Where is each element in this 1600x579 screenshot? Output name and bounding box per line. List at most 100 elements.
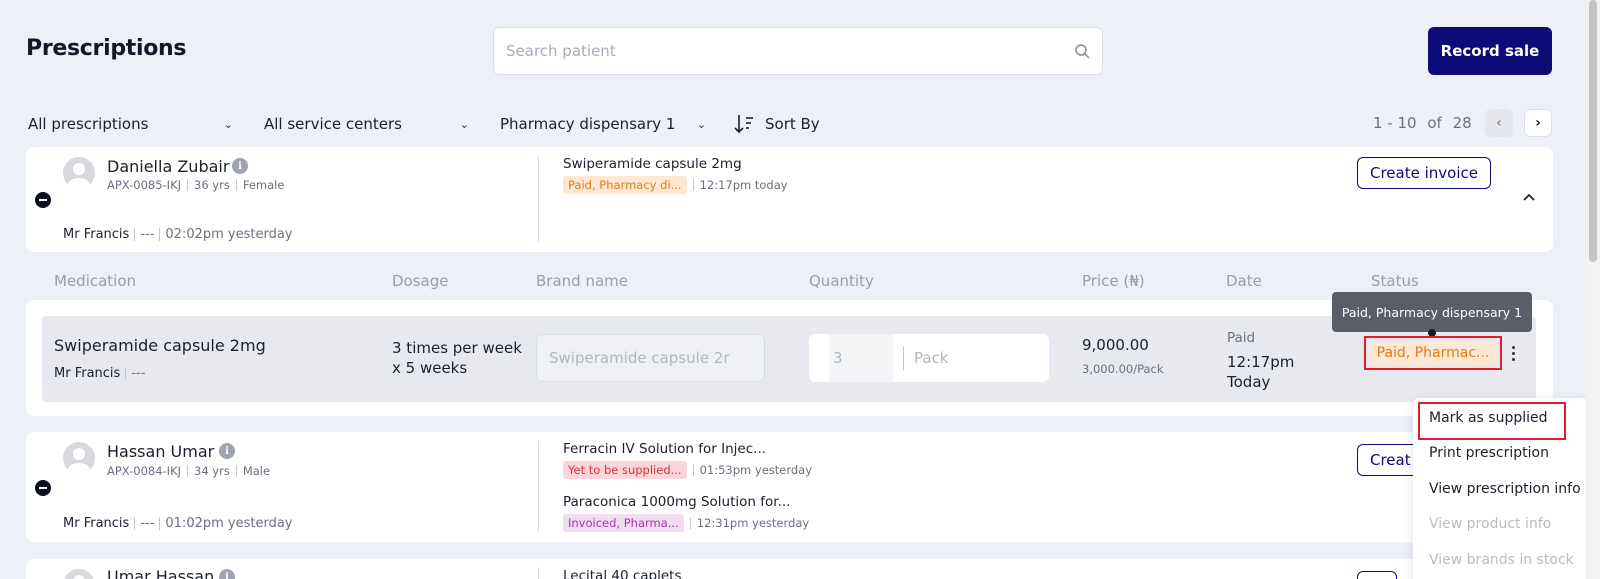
avatar <box>63 569 95 579</box>
pagination-range: 1 - 10 <box>1373 114 1417 132</box>
medication-name: Lecital 40 caplets <box>563 568 682 579</box>
patient-gender: Female <box>242 178 285 192</box>
quantity-field[interactable]: 3 Pack <box>809 334 1049 382</box>
menu-item-view-prescription-info[interactable]: View prescription info <box>1429 481 1581 497</box>
menu-item-mark-as-supplied[interactable]: Mark as supplied <box>1429 410 1548 426</box>
next-page-button[interactable]: › <box>1524 109 1552 137</box>
column-header-brand: Brand name <box>536 272 628 290</box>
patient-name: Umar Hassan <box>107 567 215 579</box>
patient-card[interactable]: Daniella Zubair i APX-0085-IKJ 36 yrs Fe… <box>26 147 1553 252</box>
status-highlight[interactable]: Paid, Pharmac... <box>1364 336 1502 370</box>
column-header-date: Date <box>1226 272 1262 290</box>
price-unit: 3,000.00/Pack <box>1082 362 1164 376</box>
date-value: 12:17pm Today <box>1227 352 1294 392</box>
pagination-summary: 1 - 10 of 28 <box>1373 114 1472 132</box>
service-centers-filter[interactable]: All service centers ⌄ <box>264 112 469 136</box>
prescription-detail-card: Swiperamide capsule 2mg Mr Francis --- 3… <box>26 300 1553 416</box>
patient-id: APX-0084-IKJ <box>107 464 181 478</box>
medication-time: 01:53pm yesterday <box>699 463 813 477</box>
more-options-icon[interactable] <box>1512 346 1515 361</box>
quantity-value[interactable]: 3 <box>829 334 893 382</box>
prescriptions-filter-label: All prescriptions <box>28 115 149 133</box>
medication-status-row: Invoiced, Pharma... 12:31pm yesterday <box>563 514 809 532</box>
dosage-line-1: 3 times per week <box>392 339 522 357</box>
column-header-medication: Medication <box>54 272 137 290</box>
patient-meta: APX-0084-IKJ 34 yrs Male <box>107 464 270 478</box>
row-actions-menu: Mark as supplied Print prescription View… <box>1413 398 1588 579</box>
date-day: Today <box>1227 373 1271 391</box>
table-row[interactable]: Swiperamide capsule 2mg Mr Francis --- 3… <box>42 316 1536 402</box>
chevron-down-icon: ⌄ <box>696 117 706 131</box>
collapse-icon[interactable] <box>35 192 51 208</box>
collapse-icon[interactable] <box>35 480 51 496</box>
chevron-up-icon[interactable] <box>1522 192 1536 202</box>
column-header-dosage: Dosage <box>392 272 449 290</box>
patient-id: APX-0085-IKJ <box>107 178 181 192</box>
avatar <box>63 157 95 189</box>
patient-name: Hassan Umar <box>107 442 215 461</box>
medication-name: Swiperamide capsule 2mg <box>563 156 742 172</box>
status-badge[interactable]: Paid, Pharmac... <box>1368 341 1498 365</box>
status-badge: Yet to be supplied... <box>563 461 687 479</box>
column-header-status: Status <box>1371 272 1419 290</box>
chevron-down-icon: ⌄ <box>223 117 233 131</box>
doctor-info: Mr Francis --- 02:02pm yesterday <box>63 227 293 242</box>
patient-name: Daniella Zubair <box>107 157 230 176</box>
doctor-info: Mr Francis --- 01:02pm yesterday <box>63 516 293 531</box>
column-header-quantity: Quantity <box>809 272 874 290</box>
pagination-total: 28 <box>1452 114 1472 132</box>
status-tooltip: Paid, Pharmacy dispensary 1 <box>1332 292 1532 337</box>
dispensary-filter[interactable]: Pharmacy dispensary 1 ⌄ <box>500 112 706 136</box>
create-invoice-button[interactable] <box>1357 571 1397 579</box>
patient-card[interactable]: Umar Hassan i Lecital 40 caplets <box>26 559 1553 579</box>
search-icon <box>1075 44 1090 59</box>
create-invoice-button[interactable]: Creat <box>1357 444 1417 476</box>
medication-time: 12:17pm today <box>699 178 788 192</box>
service-centers-filter-label: All service centers <box>264 115 402 133</box>
info-icon[interactable]: i <box>219 443 235 459</box>
sort-by-button[interactable]: Sort By <box>733 112 820 136</box>
prescription-time: 01:02pm yesterday <box>165 516 293 531</box>
record-sale-button[interactable]: Record sale <box>1428 27 1552 75</box>
brand-name-field[interactable]: Swiperamide capsule 2r <box>536 334 765 382</box>
previous-page-button[interactable]: ‹ <box>1485 109 1513 137</box>
patient-age: 34 yrs <box>194 464 230 478</box>
pagination-of: of <box>1427 114 1442 132</box>
scrollbar-thumb[interactable] <box>1589 0 1597 262</box>
detail-doctor-info: Mr Francis --- <box>54 366 145 381</box>
prescription-time: 02:02pm yesterday <box>165 227 293 242</box>
doctor-extra: --- <box>140 516 155 531</box>
dosage-text: 3 times per week x 5 weeks <box>392 338 522 378</box>
divider <box>538 157 539 242</box>
search-bar[interactable] <box>493 27 1103 75</box>
info-icon[interactable]: i <box>232 158 248 174</box>
dosage-line-2: x 5 weeks <box>392 359 468 377</box>
prescriptions-filter[interactable]: All prescriptions ⌄ <box>28 112 233 136</box>
patient-age: 36 yrs <box>194 178 230 192</box>
status-badge: Invoiced, Pharma... <box>563 514 684 532</box>
info-icon[interactable]: i <box>219 569 235 579</box>
medication-time: 12:31pm yesterday <box>696 516 810 530</box>
search-input[interactable] <box>506 42 1074 60</box>
menu-item-view-brands-in-stock: View brands in stock <box>1429 552 1574 568</box>
sort-by-label: Sort By <box>765 115 820 133</box>
divider <box>538 442 539 532</box>
patient-gender: Male <box>242 464 271 478</box>
quantity-unit[interactable]: Pack <box>914 349 949 367</box>
patient-meta: APX-0085-IKJ 36 yrs Female <box>107 178 284 192</box>
doctor-name: Mr Francis <box>63 516 130 531</box>
detail-doctor-extra: --- <box>131 366 146 381</box>
divider <box>538 567 539 579</box>
status-badge: Paid, Pharmacy di... <box>563 176 687 194</box>
menu-item-print-prescription[interactable]: Print prescription <box>1429 445 1549 461</box>
medication-status-row: Paid, Pharmacy di... 12:17pm today <box>563 176 788 194</box>
detail-doctor-name: Mr Francis <box>54 366 121 381</box>
page-title: Prescriptions <box>26 36 187 61</box>
patient-card[interactable]: Hassan Umar i APX-0084-IKJ 34 yrs Male M… <box>26 432 1553 542</box>
detail-medication-name: Swiperamide capsule 2mg <box>54 336 266 355</box>
doctor-extra: --- <box>140 227 155 242</box>
medication-name: Paraconica 1000mg Solution for... <box>563 494 791 510</box>
create-invoice-button[interactable]: Create invoice <box>1357 157 1491 189</box>
price-total: 9,000.00 <box>1082 336 1149 354</box>
column-header-price: Price (₦) <box>1082 272 1145 290</box>
